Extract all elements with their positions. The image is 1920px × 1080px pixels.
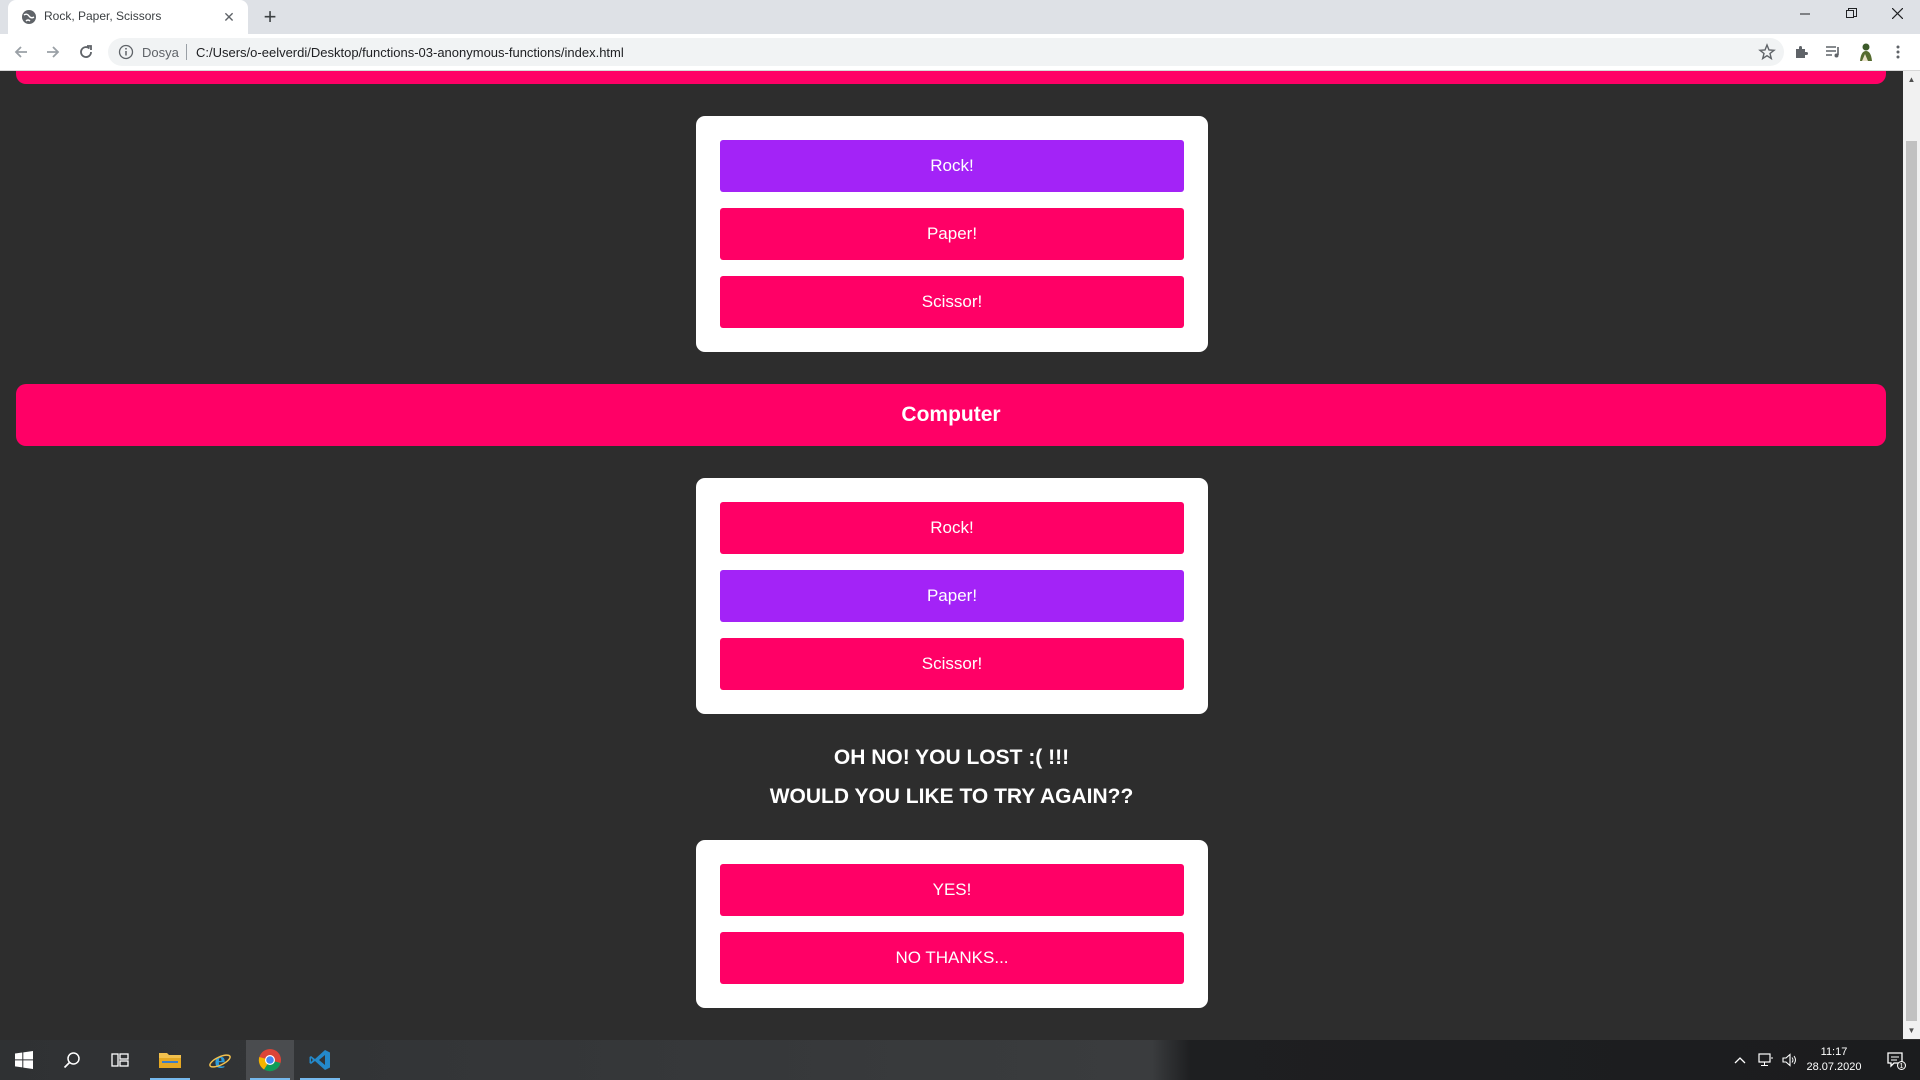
windows-logo-icon xyxy=(15,1051,33,1069)
svg-text:e: e xyxy=(215,1048,226,1072)
scheme-label: Dosya xyxy=(142,45,179,60)
player-banner-partial xyxy=(16,71,1886,84)
vertical-scrollbar[interactable]: ▲ ▼ xyxy=(1903,71,1920,1039)
profile-avatar[interactable] xyxy=(1856,42,1876,62)
volume-icon[interactable] xyxy=(1782,1053,1798,1067)
search-icon xyxy=(63,1052,80,1069)
try-again-prompt: WOULD YOU LIKE TO TRY AGAIN?? xyxy=(769,785,1134,808)
chrome-button[interactable] xyxy=(246,1040,294,1080)
player-paper-button[interactable]: Paper! xyxy=(720,208,1184,260)
close-icon xyxy=(1891,7,1903,20)
no-thanks-button[interactable]: NO THANKS... xyxy=(720,932,1184,984)
system-tray xyxy=(1734,1040,1798,1080)
tab-strip: Rock, Paper, Scissors ✕ + xyxy=(0,0,1920,34)
start-button[interactable] xyxy=(0,1040,48,1080)
divider xyxy=(186,44,187,60)
media-queue-button[interactable] xyxy=(1823,42,1843,62)
new-tab-button[interactable]: + xyxy=(258,6,282,30)
vscode-button[interactable] xyxy=(296,1040,344,1080)
action-center-button[interactable]: 1 xyxy=(1872,1040,1920,1080)
internet-explorer-icon: e xyxy=(209,1048,231,1072)
player-scissor-button[interactable]: Scissor! xyxy=(720,276,1184,328)
page-viewport: Rock! Paper! Scissor! Computer Rock! Pap… xyxy=(0,71,1903,1039)
puzzle-icon xyxy=(1796,46,1808,58)
clock-time: 11:17 xyxy=(1820,1046,1848,1058)
reload-icon xyxy=(80,45,92,58)
computer-paper-button[interactable]: Paper! xyxy=(720,570,1184,622)
menu-button[interactable] xyxy=(1888,42,1908,62)
computer-scissor-button[interactable]: Scissor! xyxy=(720,638,1184,690)
search-button[interactable] xyxy=(48,1040,96,1080)
minimize-icon xyxy=(1800,13,1810,15)
forward-button[interactable] xyxy=(41,40,65,64)
file-explorer-button[interactable] xyxy=(146,1040,194,1080)
notification-icon: 1 xyxy=(1887,1052,1906,1070)
chevron-up-icon[interactable] xyxy=(1734,1055,1746,1065)
address-bar[interactable]: Dosya C:/Users/o-eelverdi/Desktop/functi… xyxy=(108,38,1784,66)
clock-date: 28.07.2020 xyxy=(1806,1061,1862,1073)
computer-rock-button[interactable]: Rock! xyxy=(720,502,1184,554)
info-icon xyxy=(118,44,134,60)
task-view-button[interactable] xyxy=(96,1040,144,1080)
restore-button[interactable] xyxy=(1828,0,1874,30)
extensions-button[interactable] xyxy=(1791,42,1811,62)
avatar-icon xyxy=(1860,43,1872,61)
back-button[interactable] xyxy=(9,40,33,64)
taskbar: e 11:17 28.07.2020 1 xyxy=(0,1040,1920,1080)
vscode-icon xyxy=(309,1050,330,1070)
scroll-down-arrow-icon[interactable]: ▼ xyxy=(1903,1022,1920,1039)
restore-icon xyxy=(1845,8,1857,18)
scroll-up-arrow-icon[interactable]: ▲ xyxy=(1903,71,1920,88)
bookmark-star-icon[interactable] xyxy=(1758,43,1776,61)
tab-close-icon[interactable]: ✕ xyxy=(220,8,238,26)
queue-music-icon xyxy=(1826,46,1839,58)
globe-icon xyxy=(22,10,36,24)
minimize-button[interactable] xyxy=(1782,0,1828,30)
more-vert-icon xyxy=(1896,45,1900,59)
taskbar-clock[interactable]: 11:17 28.07.2020 xyxy=(1800,1045,1868,1075)
browser-toolbar: Dosya C:/Users/o-eelverdi/Desktop/functi… xyxy=(0,34,1920,71)
chrome-icon xyxy=(258,1049,281,1072)
arrow-right-icon xyxy=(47,46,60,58)
result-message: OH NO! YOU LOST :( !!! xyxy=(833,746,1070,769)
yes-button[interactable]: YES! xyxy=(720,864,1184,916)
task-view-icon xyxy=(111,1053,129,1067)
internet-explorer-button[interactable]: e xyxy=(196,1040,244,1080)
notification-count: 1 xyxy=(1900,1063,1904,1070)
retry-card: YES! NO THANKS... xyxy=(696,840,1208,1008)
scrollbar-thumb[interactable] xyxy=(1906,141,1917,1021)
computer-choices-card: Rock! Paper! Scissor! xyxy=(696,478,1208,714)
network-icon[interactable] xyxy=(1758,1053,1774,1067)
folder-icon xyxy=(159,1053,181,1068)
player-choices-card: Rock! Paper! Scissor! xyxy=(696,116,1208,352)
close-window-button[interactable] xyxy=(1874,0,1920,30)
arrow-left-icon xyxy=(14,46,27,58)
url-text[interactable]: C:/Users/o-eelverdi/Desktop/functions-03… xyxy=(196,45,624,60)
reload-button[interactable] xyxy=(74,40,98,64)
browser-tab[interactable]: Rock, Paper, Scissors ✕ xyxy=(8,0,248,34)
computer-banner: Computer xyxy=(16,384,1886,446)
tab-title: Rock, Paper, Scissors xyxy=(44,9,162,23)
player-rock-button[interactable]: Rock! xyxy=(720,140,1184,192)
